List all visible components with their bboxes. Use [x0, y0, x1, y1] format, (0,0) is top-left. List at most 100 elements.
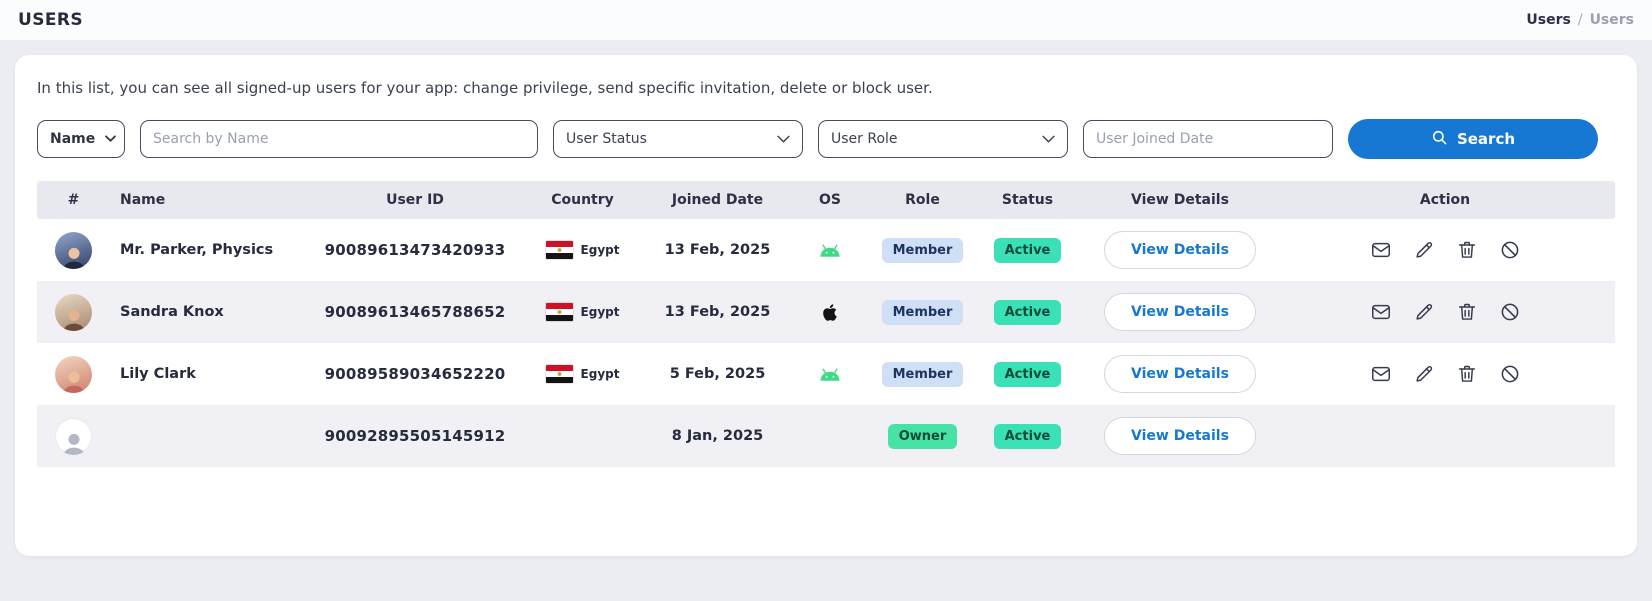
view-details-cell: View Details: [1085, 355, 1275, 393]
users-card: In this list, you can see all signed-up …: [15, 55, 1637, 556]
view-details-button[interactable]: View Details: [1104, 355, 1256, 393]
user-id: 90092895505145912: [315, 427, 515, 445]
delete-icon[interactable]: [1456, 363, 1478, 385]
chevron-down-icon: [1042, 135, 1055, 144]
user-status-select[interactable]: User Status: [553, 120, 803, 158]
status-cell: Active: [970, 238, 1085, 263]
country-label: Egypt: [581, 367, 620, 381]
user-name: Sandra Knox: [110, 304, 315, 320]
joined-date: 13 Feb, 2025: [650, 304, 785, 320]
country-cell: Egypt: [515, 241, 650, 259]
block-icon[interactable]: [1499, 239, 1521, 261]
joined-date-input[interactable]: [1083, 120, 1333, 158]
block-icon[interactable]: [1499, 363, 1521, 385]
role-badge: Member: [882, 238, 964, 263]
search-button[interactable]: Search: [1348, 119, 1598, 159]
view-details-button[interactable]: View Details: [1104, 293, 1256, 331]
android-icon: [818, 367, 842, 382]
topbar: USERS Users / Users: [0, 0, 1652, 40]
role-cell: Member: [875, 362, 970, 387]
os-cell: [785, 243, 875, 258]
edit-icon[interactable]: [1413, 239, 1435, 261]
joined-date: 13 Feb, 2025: [650, 242, 785, 258]
table-row: 90092895505145912 8 Jan, 2025: [37, 405, 1615, 467]
header-os: OS: [785, 192, 875, 208]
country-cell: [515, 427, 650, 445]
breadcrumb-current: Users: [1590, 12, 1634, 28]
action-cell: [1275, 301, 1615, 323]
status-badge: Active: [994, 424, 1062, 449]
table-row: Mr. Parker, Physics 90089613473420933 Eg…: [37, 219, 1615, 281]
user-id: 90089613473420933: [315, 241, 515, 259]
chevron-down-icon: [105, 135, 116, 143]
header-action: Action: [1275, 192, 1615, 208]
edit-icon[interactable]: [1413, 301, 1435, 323]
filter-bar: Name User Status User Role Search: [37, 119, 1615, 159]
user-name: Lily Clark: [110, 366, 315, 382]
role-cell: Owner: [875, 424, 970, 449]
avatar-cell: [37, 356, 110, 393]
table-header-row: # Name User ID Country Joined Date OS Ro…: [37, 181, 1615, 219]
header-name: Name: [110, 192, 315, 208]
country-label: Egypt: [581, 305, 620, 319]
action-cell: [1275, 239, 1615, 261]
status-cell: Active: [970, 300, 1085, 325]
user-role-select-value: User Role: [831, 131, 898, 147]
view-details-cell: View Details: [1085, 417, 1275, 455]
action-cell: [1275, 363, 1615, 385]
email-icon[interactable]: [1370, 239, 1392, 261]
user-id: 90089613465788652: [315, 303, 515, 321]
person-icon: [59, 367, 89, 393]
search-field-select[interactable]: Name: [37, 120, 125, 158]
edit-icon[interactable]: [1413, 363, 1435, 385]
header-view-details: View Details: [1085, 192, 1275, 208]
country-label: Egypt: [581, 243, 620, 257]
avatar: [55, 232, 92, 269]
header-user-id: User ID: [315, 192, 515, 208]
joined-date: 5 Feb, 2025: [650, 366, 785, 382]
action-cell: [1275, 425, 1615, 447]
email-icon[interactable]: [1370, 301, 1392, 323]
egypt-flag-icon: [546, 303, 573, 321]
header-role: Role: [875, 192, 970, 208]
user-role-select[interactable]: User Role: [818, 120, 1068, 158]
role-cell: Member: [875, 238, 970, 263]
users-table: # Name User ID Country Joined Date OS Ro…: [37, 181, 1615, 467]
search-input[interactable]: [140, 120, 538, 158]
card-description: In this list, you can see all signed-up …: [37, 79, 1615, 97]
search-field-select-value: Name: [50, 131, 95, 147]
joined-date: 8 Jan, 2025: [650, 428, 785, 444]
block-icon[interactable]: [1499, 301, 1521, 323]
delete-icon[interactable]: [1456, 301, 1478, 323]
avatar-cell: [37, 294, 110, 331]
view-details-button[interactable]: View Details: [1104, 231, 1256, 269]
avatar: [55, 418, 92, 455]
role-cell: Member: [875, 300, 970, 325]
search-button-label: Search: [1457, 130, 1515, 148]
user-id: 90089589034652220: [315, 365, 515, 383]
view-details-button[interactable]: View Details: [1104, 417, 1256, 455]
person-icon: [59, 243, 89, 269]
header-status: Status: [970, 192, 1085, 208]
person-icon: [59, 429, 89, 455]
egypt-flag-icon: [546, 365, 573, 383]
table-row: Sandra Knox 90089613465788652 Egypt 13 F…: [37, 281, 1615, 343]
android-icon: [818, 243, 842, 258]
apple-icon: [821, 302, 839, 323]
search-icon: [1431, 129, 1448, 150]
role-badge: Member: [882, 300, 964, 325]
person-icon: [59, 305, 89, 331]
view-details-cell: View Details: [1085, 293, 1275, 331]
country-cell: Egypt: [515, 303, 650, 321]
os-cell: [785, 302, 875, 323]
breadcrumb: Users / Users: [1526, 12, 1634, 28]
egypt-flag-icon: [546, 241, 573, 259]
breadcrumb-users-link[interactable]: Users: [1526, 12, 1570, 28]
chevron-down-icon: [777, 135, 790, 144]
delete-icon[interactable]: [1456, 239, 1478, 261]
avatar-cell: [37, 232, 110, 269]
os-cell: [785, 367, 875, 382]
page-title: USERS: [18, 10, 83, 30]
status-badge: Active: [994, 238, 1062, 263]
email-icon[interactable]: [1370, 363, 1392, 385]
